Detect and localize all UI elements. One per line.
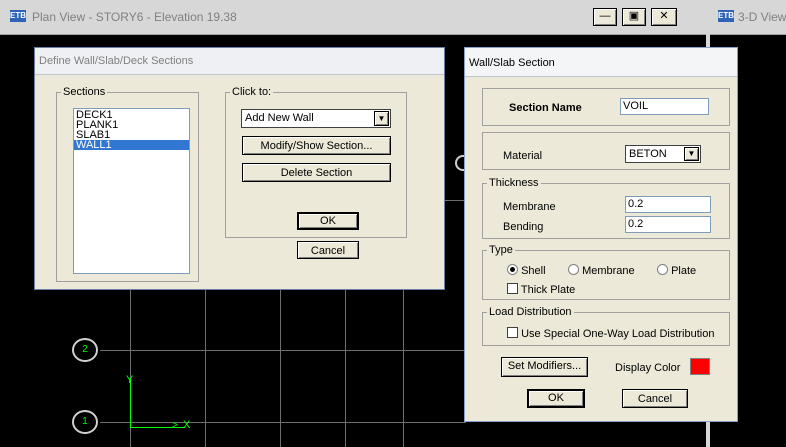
thickness-label: Thickness	[487, 177, 541, 189]
section-name-input[interactable]: VOIL	[620, 98, 709, 115]
list-item-selected[interactable]: WALL1	[74, 140, 189, 151]
bending-thickness-label: Bending	[503, 221, 544, 233]
display-color-label: Display Color	[615, 362, 681, 374]
click-to-label: Click to:	[230, 86, 274, 98]
radio-icon	[568, 264, 579, 275]
modify-show-section-button[interactable]: Modify/Show Section...	[242, 136, 391, 155]
set-modifiers-button[interactable]: Set Modifiers...	[501, 357, 588, 377]
define-dialog-titlebar: Define Wall/Slab/Deck Sections	[35, 48, 444, 75]
wall-dialog-title: Wall/Slab Section	[469, 57, 555, 69]
checkbox-icon	[507, 327, 518, 338]
view3d-title: 3-D View	[738, 10, 786, 24]
add-wall-dropdown[interactable]: Add New Wall ▼	[241, 109, 391, 128]
type-group: Type Shell Membrane Plate Thick Plate	[482, 244, 730, 300]
material-label: Material	[503, 150, 543, 162]
chevron-down-icon[interactable]: ▼	[684, 147, 699, 161]
cancel-button[interactable]: Cancel	[622, 389, 688, 408]
sections-list[interactable]: DECK1 PLANK1 SLAB1 WALL1	[73, 108, 190, 274]
x-axis-label: X	[183, 419, 191, 431]
radio-selected-icon	[507, 264, 518, 275]
cancel-button[interactable]: Cancel	[297, 241, 359, 259]
checkbox-icon	[507, 283, 518, 294]
delete-section-button[interactable]: Delete Section	[242, 163, 391, 182]
add-wall-dropdown-value: Add New Wall	[245, 112, 314, 124]
x-arrow-icon: >	[172, 420, 178, 431]
bending-thickness-input[interactable]: 0.2	[625, 216, 711, 233]
chevron-down-icon[interactable]: ▼	[374, 111, 389, 126]
type-membrane-radio[interactable]: Membrane	[568, 264, 635, 277]
define-sections-dialog: Define Wall/Slab/Deck Sections Sections …	[34, 47, 445, 290]
grid-bubble-label: 2	[82, 344, 88, 355]
wall-slab-section-dialog: Wall/Slab Section Section Name VOIL Mate…	[464, 47, 738, 422]
section-name-label: Section Name	[509, 102, 582, 114]
material-dropdown[interactable]: BETON ▼	[625, 145, 701, 163]
grid-bubble-1: 1	[72, 410, 98, 434]
global-axes: Y X >	[120, 370, 200, 431]
thick-plate-checkbox[interactable]: Thick Plate	[507, 283, 575, 296]
ok-button[interactable]: OK	[527, 389, 585, 408]
wall-dialog-titlebar: Wall/Slab Section	[465, 48, 737, 77]
type-label: Type	[487, 244, 515, 256]
load-distribution-group: Load Distribution Use Special One-Way Lo…	[482, 306, 730, 346]
material-group: Material BETON ▼	[482, 132, 730, 170]
grid-bubble-2: 2	[72, 338, 98, 362]
define-dialog-title: Define Wall/Slab/Deck Sections	[39, 55, 194, 67]
radio-icon	[657, 264, 668, 275]
display-color-swatch[interactable]	[690, 358, 710, 375]
thickness-group: Thickness Membrane 0.2 Bending 0.2	[482, 177, 730, 239]
type-shell-radio[interactable]: Shell	[507, 264, 546, 277]
y-axis-label: Y	[126, 374, 134, 386]
etabs-app-icon: ETB	[718, 10, 734, 22]
one-way-load-checkbox[interactable]: Use Special One-Way Load Distribution	[507, 327, 714, 340]
load-distribution-label: Load Distribution	[487, 306, 574, 318]
section-name-group: Section Name VOIL	[482, 88, 730, 126]
type-plate-radio[interactable]: Plate	[657, 264, 696, 277]
ok-button[interactable]: OK	[297, 212, 359, 230]
membrane-thickness-label: Membrane	[503, 201, 556, 213]
sections-group: Sections DECK1 PLANK1 SLAB1 WALL1	[56, 86, 199, 282]
grid-bubble-label: 1	[82, 416, 88, 427]
membrane-thickness-input[interactable]: 0.2	[625, 196, 711, 213]
view3d-titlebar: ETB 3-D View	[710, 0, 786, 35]
sections-label: Sections	[61, 86, 108, 98]
